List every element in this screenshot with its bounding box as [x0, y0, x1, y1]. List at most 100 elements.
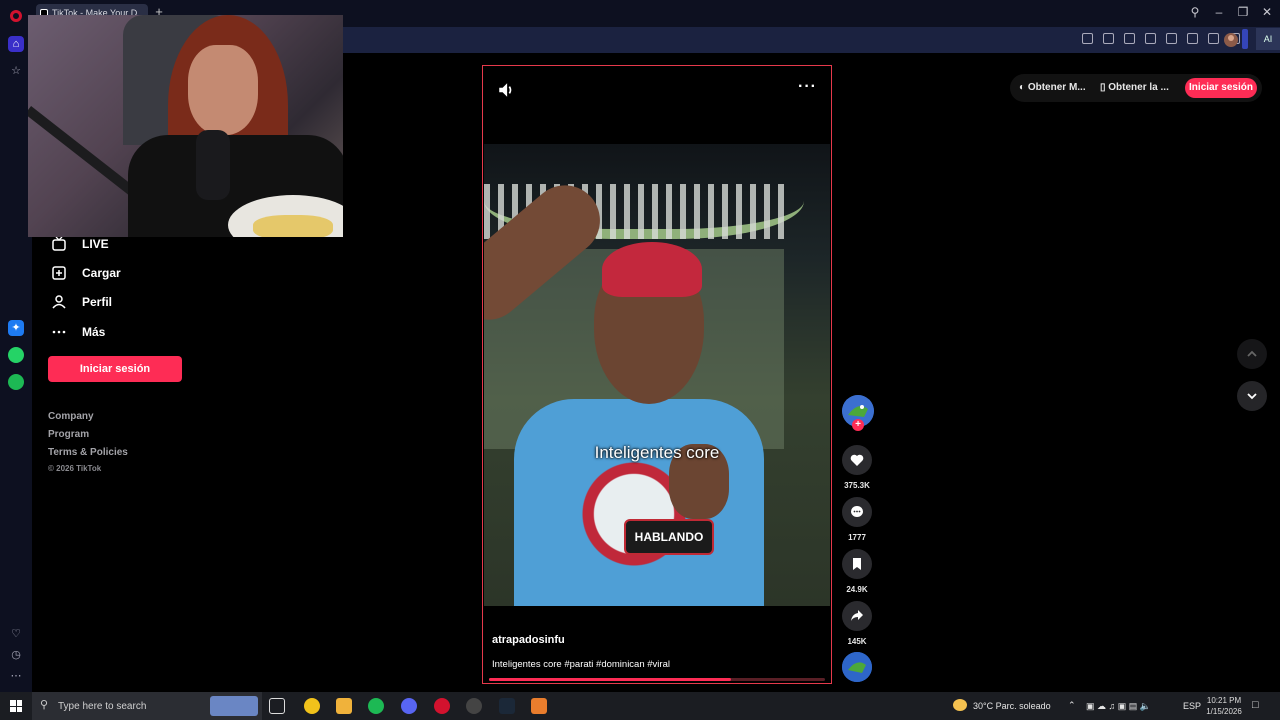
chrome-icon[interactable]: [304, 698, 320, 714]
comment-count: 1777: [848, 533, 866, 542]
share-icon: [851, 610, 863, 621]
top-login-button[interactable]: Iniciar sesión: [1185, 78, 1257, 98]
like-count: 375.3K: [844, 481, 870, 490]
music-disc-icon[interactable]: [842, 652, 872, 682]
clock-date: 1/15/2026: [1206, 707, 1242, 716]
upload-icon: [52, 266, 66, 280]
windows-start-icon[interactable]: [10, 700, 22, 712]
whatsapp-icon[interactable]: [8, 347, 24, 363]
task-view-icon[interactable]: [269, 698, 285, 714]
save-button[interactable]: [842, 549, 872, 579]
heart-icon[interactable]: ♡: [8, 626, 24, 642]
like-button[interactable]: [842, 445, 872, 475]
tray-chevron-icon[interactable]: ⌃: [1068, 700, 1076, 711]
get-app-link[interactable]: ▯ Obtener la ...: [1100, 82, 1169, 93]
clock[interactable]: 10:21 PM 1/15/2026: [1202, 695, 1246, 717]
coin-icon: ◐: [1019, 82, 1028, 93]
more-icon[interactable]: ⋯: [8, 668, 24, 684]
search-tabs-icon[interactable]: ⚲: [1187, 5, 1203, 19]
sidebar-item-live[interactable]: LIVE: [52, 237, 109, 251]
video-progress-fill: [489, 678, 731, 681]
comment-button[interactable]: [842, 497, 872, 527]
next-video-button[interactable]: [1237, 381, 1267, 411]
heart-icon[interactable]: [1187, 33, 1198, 44]
video-progress-bar[interactable]: [489, 678, 825, 681]
share-count: 145K: [847, 637, 867, 646]
sidebar-separator: [1242, 29, 1248, 49]
sidebar-login-button[interactable]: Iniciar sesión: [48, 356, 182, 382]
sidebar-item-more[interactable]: Más: [52, 325, 105, 339]
camera-icon[interactable]: [1103, 33, 1114, 44]
podcast-logo: HABLANDO: [624, 519, 714, 555]
chevron-up-icon: [1247, 350, 1257, 357]
bookmark-icon: [853, 558, 861, 570]
home-icon[interactable]: ⌂: [8, 36, 24, 52]
save-count: 24.9K: [846, 585, 868, 594]
taskbar-search[interactable]: ⚲ Type here to search: [32, 692, 262, 720]
video-author[interactable]: atrapadosinfu: [492, 634, 565, 646]
sidebar-item-label: Más: [82, 325, 106, 339]
restore-button[interactable]: ❐: [1235, 5, 1251, 19]
video-frame: HABLANDO Inteligentes core: [484, 144, 830, 606]
video-player[interactable]: HABLANDO Inteligentes core ··· atrapados…: [482, 65, 832, 684]
video-caption-overlay: Inteligentes core: [594, 443, 720, 462]
history-icon[interactable]: ◷: [8, 647, 24, 663]
spotify-taskbar-icon[interactable]: [368, 698, 384, 714]
notification-icon[interactable]: □: [1252, 699, 1259, 711]
previous-video-button[interactable]: [1237, 339, 1267, 369]
sidebar-item-upload[interactable]: Cargar: [52, 266, 121, 280]
copyright-text: © 2026 TikTok: [48, 464, 102, 473]
opera-taskbar-icon[interactable]: [434, 698, 450, 714]
streamer-face: [188, 45, 258, 135]
discord-icon[interactable]: [401, 698, 417, 714]
download-icon[interactable]: [1208, 33, 1219, 44]
language-indicator[interactable]: ESP: [1183, 701, 1201, 711]
shield-icon[interactable]: [1124, 33, 1135, 44]
more-icon: [52, 330, 66, 334]
star-icon[interactable]: ☆: [8, 63, 24, 79]
video-description: Inteligentes core #parati #dominican #vi…: [492, 659, 670, 670]
close-window-button[interactable]: ✕: [1259, 5, 1275, 19]
live-icon: [52, 237, 66, 251]
tray-icons[interactable]: ▣ ☁ ♫ ▣ ▤ 🔈: [1086, 701, 1151, 712]
aria-ai-button[interactable]: AI: [1256, 28, 1280, 50]
footer-link-terms[interactable]: Terms & Policies: [48, 447, 128, 458]
obs-icon[interactable]: [466, 698, 482, 714]
webcam-overlay: [28, 15, 343, 237]
messenger-icon[interactable]: ✦: [8, 320, 24, 336]
clock-time: 10:21 PM: [1206, 696, 1242, 705]
opera-logo-icon[interactable]: [10, 10, 22, 22]
footer-link-program[interactable]: Program: [48, 429, 89, 440]
spotify-icon[interactable]: [8, 374, 24, 390]
more-options-icon[interactable]: ···: [798, 78, 817, 96]
app-icon[interactable]: [531, 698, 547, 714]
play-icon[interactable]: [1166, 33, 1177, 44]
comment-icon: [851, 506, 863, 517]
sidebar-item-label: LIVE: [82, 237, 109, 251]
heart-icon: [850, 454, 864, 466]
extension-icon[interactable]: [1145, 33, 1156, 44]
toolbar-icons: [1082, 33, 1240, 44]
profile-icon: [52, 295, 66, 309]
file-explorer-icon[interactable]: [336, 698, 352, 714]
search-highlight-icon: [210, 696, 258, 716]
sidebar-item-label: Perfil: [82, 295, 113, 309]
get-coins-link[interactable]: ◐ Obtener M...: [1019, 82, 1086, 93]
minimize-button[interactable]: –: [1211, 5, 1227, 19]
get-coins-label: Obtener M...: [1027, 82, 1086, 93]
profile-avatar-icon[interactable]: [1224, 33, 1238, 47]
footer-link-company[interactable]: Company: [48, 411, 94, 422]
volume-icon[interactable]: [497, 81, 515, 99]
sound-avatar-icon: [842, 652, 872, 682]
person-durag: [602, 242, 702, 297]
windows-taskbar: ⚲ Type here to search 30°C Parc. soleado…: [0, 692, 1280, 720]
microphone: [196, 130, 230, 200]
edit-icon[interactable]: [1082, 33, 1093, 44]
share-button[interactable]: [842, 601, 872, 631]
search-placeholder: Type here to search: [58, 701, 147, 712]
weather-text[interactable]: 30°C Parc. soleado: [973, 701, 1051, 711]
steam-icon[interactable]: [499, 698, 515, 714]
follow-button[interactable]: +: [852, 419, 864, 431]
sidebar-item-profile[interactable]: Perfil: [52, 295, 112, 309]
sidebar-item-label: Cargar: [82, 266, 121, 280]
